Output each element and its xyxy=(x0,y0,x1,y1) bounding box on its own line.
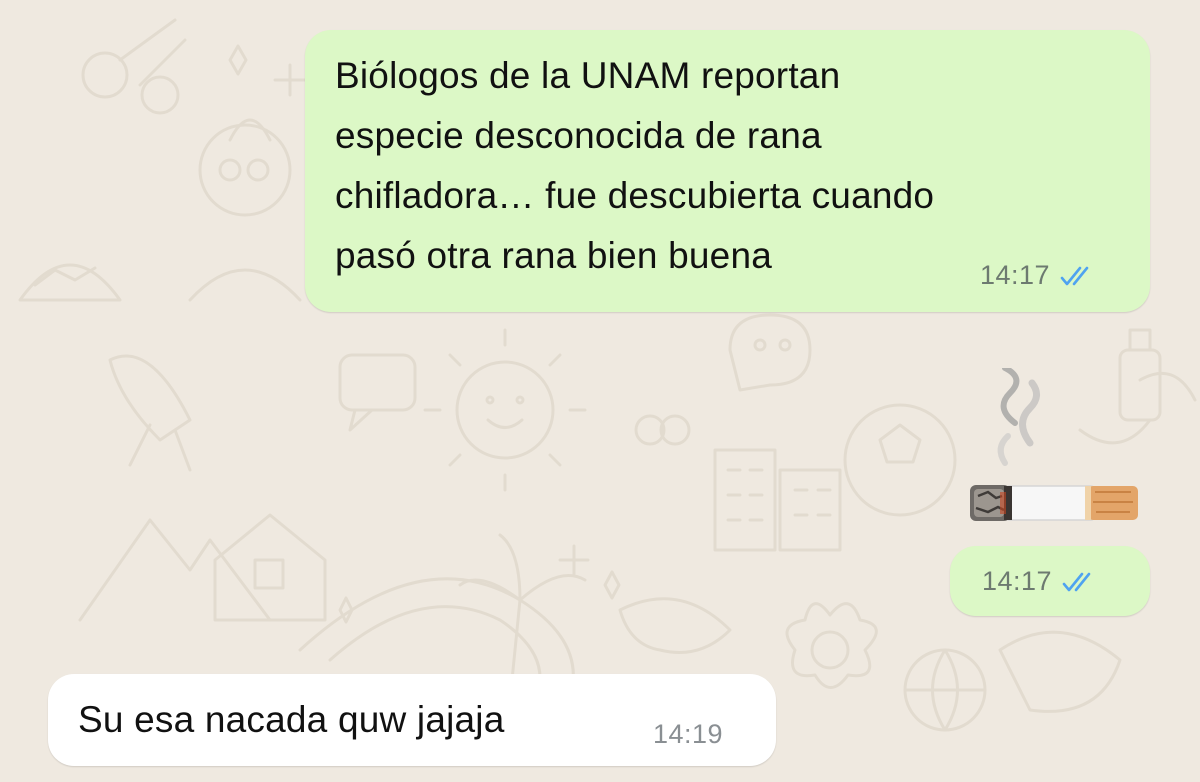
double-check-icon xyxy=(1060,265,1096,287)
cigarette-emoji[interactable] xyxy=(960,365,1150,538)
message-meta: 14:19 xyxy=(653,719,723,750)
incoming-message-bubble[interactable]: Su esa nacada quw jajaja 14:19 xyxy=(48,674,776,766)
message-timestamp: 14:17 xyxy=(980,260,1051,290)
chat-thread[interactable]: Biólogos de la UNAM reportan especie des… xyxy=(0,0,1200,782)
double-check-icon xyxy=(1062,571,1098,593)
message-timestamp: 14:19 xyxy=(653,719,724,749)
message-text: Su esa nacada quw jajaja xyxy=(78,699,505,740)
outgoing-message-bubble[interactable]: Biólogos de la UNAM reportan especie des… xyxy=(305,30,1150,312)
message-timestamp: 14:17 xyxy=(982,566,1053,596)
cigarette-emoji-graphic xyxy=(970,365,1138,521)
message-text: Biólogos de la UNAM reportan especie des… xyxy=(335,55,935,276)
outgoing-message-bubble[interactable]: 14:17 xyxy=(950,546,1150,616)
message-meta: 14:17 xyxy=(980,260,1096,291)
message-meta: 14:17 xyxy=(982,566,1098,597)
